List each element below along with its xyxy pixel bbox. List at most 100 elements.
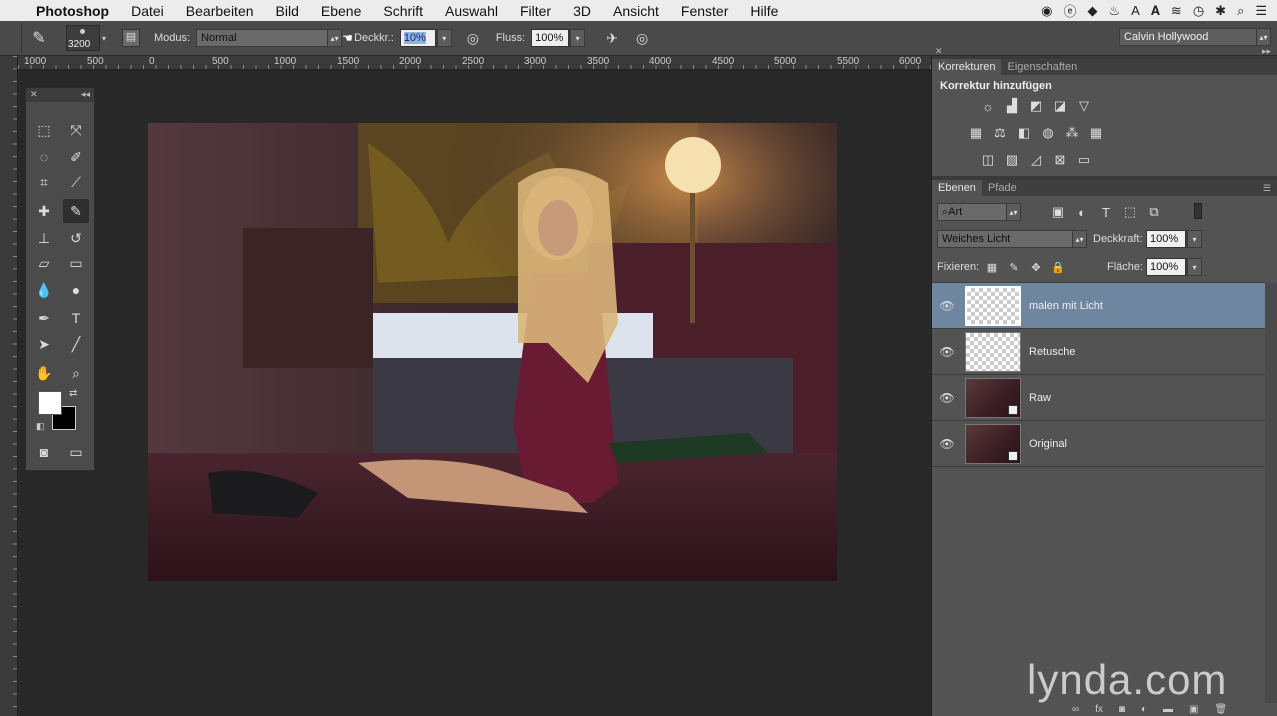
new-layer-icon[interactable]: ▣ bbox=[1189, 704, 1198, 716]
mode-select[interactable]: Normal ▴▾ bbox=[196, 29, 343, 47]
levels-icon[interactable]: ▟ bbox=[1004, 98, 1020, 113]
blur-tool-icon[interactable]: 💧 bbox=[31, 278, 57, 302]
collapse-icon[interactable]: ▸▸ bbox=[1262, 46, 1271, 57]
trash-icon[interactable]: 🗑 bbox=[1214, 704, 1227, 716]
menu-schrift[interactable]: Schrift bbox=[383, 3, 423, 19]
selective-color-icon[interactable]: ⊠ bbox=[1052, 152, 1068, 167]
filter-smartobject-icon[interactable]: ⧉ bbox=[1146, 204, 1162, 219]
swap-colors-icon[interactable]: ⇄ bbox=[69, 388, 77, 399]
menu-fenster[interactable]: Fenster bbox=[681, 3, 728, 19]
blend-mode-select[interactable]: Weiches Licht ▴▾ bbox=[937, 230, 1087, 248]
record-icon[interactable]: ◉ bbox=[1041, 3, 1052, 19]
channel-mixer-icon[interactable]: ⁂ bbox=[1064, 125, 1080, 140]
menu-filter[interactable]: Filter bbox=[520, 3, 551, 19]
eyedropper-tool-icon[interactable]: ⟋ bbox=[63, 170, 89, 194]
black-white-icon[interactable]: ◧ bbox=[1016, 125, 1032, 140]
layer-row[interactable]: 👁 Raw bbox=[932, 375, 1265, 421]
healing-brush-tool-icon[interactable]: ✚ bbox=[31, 199, 57, 223]
posterize-icon[interactable]: ▨ bbox=[1004, 152, 1020, 167]
gradient-tool-icon[interactable]: ▭ bbox=[63, 251, 89, 275]
color-balance-icon[interactable]: ⚖ bbox=[992, 125, 1008, 140]
history-brush-tool-icon[interactable]: ↺ bbox=[63, 226, 89, 250]
canvas-image[interactable] bbox=[148, 123, 837, 581]
app-badge-icon[interactable]: ⓔ bbox=[1064, 1, 1077, 20]
airbrush-icon[interactable]: ✈ bbox=[597, 30, 627, 47]
threshold-icon[interactable]: ◿ bbox=[1028, 152, 1044, 167]
wifi-icon[interactable]: ≋ bbox=[1171, 3, 1182, 19]
flow-dropdown[interactable]: ▾ bbox=[569, 29, 586, 47]
visibility-eye-icon[interactable]: 👁 bbox=[932, 437, 962, 451]
menu-datei[interactable]: Datei bbox=[131, 3, 164, 19]
zoom-tool-icon[interactable]: ⌕ bbox=[63, 361, 89, 385]
menu-hilfe[interactable]: Hilfe bbox=[750, 3, 778, 19]
vibrance-icon[interactable]: ▽ bbox=[1076, 98, 1092, 113]
color-lookup-icon[interactable]: ▦ bbox=[1088, 125, 1104, 140]
menu-ebene[interactable]: Ebene bbox=[321, 3, 361, 19]
layers-scrollbar[interactable] bbox=[1265, 283, 1277, 703]
menu-app-name[interactable]: Photoshop bbox=[36, 3, 109, 19]
layer-opacity-input[interactable]: 100% bbox=[1146, 230, 1186, 248]
quick-mask-icon[interactable]: ◙ bbox=[31, 440, 57, 464]
type-tool-icon[interactable]: T bbox=[63, 306, 89, 330]
pressure-size-icon[interactable]: ◎ bbox=[627, 30, 657, 47]
menu-ansicht[interactable]: Ansicht bbox=[613, 3, 659, 19]
tab-ebenen[interactable]: Ebenen bbox=[932, 180, 982, 196]
fill-input[interactable]: 100% bbox=[1146, 258, 1186, 276]
menu-3d[interactable]: 3D bbox=[573, 3, 591, 19]
stamp-tool-icon[interactable]: ⊥ bbox=[31, 226, 57, 250]
pressure-opacity-icon[interactable]: ◎ bbox=[458, 30, 488, 47]
hue-saturation-icon[interactable]: ▦ bbox=[968, 125, 984, 140]
fill-dropdown[interactable]: ▾ bbox=[1186, 258, 1202, 276]
drop-icon[interactable]: ◆ bbox=[1088, 3, 1098, 19]
brush-preset-arrow-icon[interactable]: ▾ bbox=[102, 34, 112, 43]
move-tool-icon[interactable]: ⤧ bbox=[63, 118, 89, 142]
adjustment-layer-icon[interactable]: ◐ bbox=[1141, 704, 1147, 716]
fx-icon[interactable]: fx bbox=[1095, 704, 1103, 716]
workspace-select[interactable]: Calvin Hollywood ▴▾ bbox=[1119, 28, 1271, 46]
dodge-tool-icon[interactable]: ● bbox=[63, 278, 89, 302]
tab-pfade[interactable]: Pfade bbox=[982, 180, 1023, 196]
flame-icon[interactable]: ♨ bbox=[1109, 3, 1121, 19]
default-colors-icon[interactable]: ◧ bbox=[36, 421, 45, 432]
crop-tool-icon[interactable]: ⌗ bbox=[31, 170, 57, 194]
close-icon[interactable]: ✕ bbox=[30, 89, 38, 100]
screen-mode-icon[interactable]: ▭ bbox=[63, 440, 89, 464]
close-icon[interactable]: ✕ bbox=[935, 46, 943, 57]
brush-tool-icon[interactable]: ✎ bbox=[63, 199, 89, 223]
path-select-tool-icon[interactable]: ➤ bbox=[31, 332, 57, 356]
curves-icon[interactable]: ◩ bbox=[1028, 98, 1044, 113]
hand-tool-icon[interactable]: ✋ bbox=[31, 361, 57, 385]
filter-toggle[interactable] bbox=[1194, 203, 1202, 219]
lock-transparency-icon[interactable]: ▦ bbox=[984, 260, 1000, 274]
filter-shape-icon[interactable]: ⬚ bbox=[1122, 204, 1138, 219]
link-layers-icon[interactable]: ∞ bbox=[1072, 704, 1079, 716]
marquee-tool-icon[interactable]: ⬚ bbox=[31, 118, 57, 142]
filter-pixel-icon[interactable]: ▣ bbox=[1050, 204, 1066, 219]
photo-filter-icon[interactable]: ◍ bbox=[1040, 125, 1056, 140]
tab-eigenschaften[interactable]: Eigenschaften bbox=[1001, 59, 1083, 75]
exposure-icon[interactable]: ◪ bbox=[1052, 98, 1068, 113]
pen-tool-icon[interactable]: ✒ bbox=[31, 306, 57, 330]
foreground-color-swatch[interactable] bbox=[38, 391, 62, 415]
gradient-map-icon[interactable]: ▭ bbox=[1076, 152, 1092, 167]
bluetooth-icon[interactable]: ✱ bbox=[1215, 3, 1226, 19]
opacity-dropdown[interactable]: ▾ bbox=[435, 29, 452, 47]
layer-opacity-dropdown[interactable]: ▾ bbox=[1186, 230, 1202, 248]
menu-bearbeiten[interactable]: Bearbeiten bbox=[186, 3, 254, 19]
list-icon[interactable]: ☰ bbox=[1255, 3, 1267, 19]
invert-icon[interactable]: ◫ bbox=[980, 152, 996, 167]
brush-panel-toggle-icon[interactable]: ▤ bbox=[122, 29, 140, 47]
brightness-icon[interactable]: ☼ bbox=[980, 99, 996, 114]
visibility-eye-icon[interactable]: 👁 bbox=[932, 345, 962, 359]
panel-menu-icon[interactable]: ☰ bbox=[1263, 183, 1271, 194]
visibility-eye-icon[interactable]: 👁 bbox=[932, 299, 962, 313]
collapse-icon[interactable]: ◂◂ bbox=[81, 89, 90, 100]
layer-row[interactable]: 👁 Original bbox=[932, 421, 1265, 467]
filter-kind-select[interactable]: ⌕ Art ▴▾ bbox=[937, 203, 1021, 221]
layer-row[interactable]: 👁 Retusche bbox=[932, 329, 1265, 375]
filter-type-icon[interactable]: T bbox=[1098, 205, 1114, 220]
menu-auswahl[interactable]: Auswahl bbox=[445, 3, 498, 19]
clock-icon[interactable]: ◷ bbox=[1193, 3, 1204, 19]
lasso-tool-icon[interactable]: ◌ bbox=[31, 145, 57, 169]
flow-input[interactable]: 100% bbox=[531, 29, 570, 47]
